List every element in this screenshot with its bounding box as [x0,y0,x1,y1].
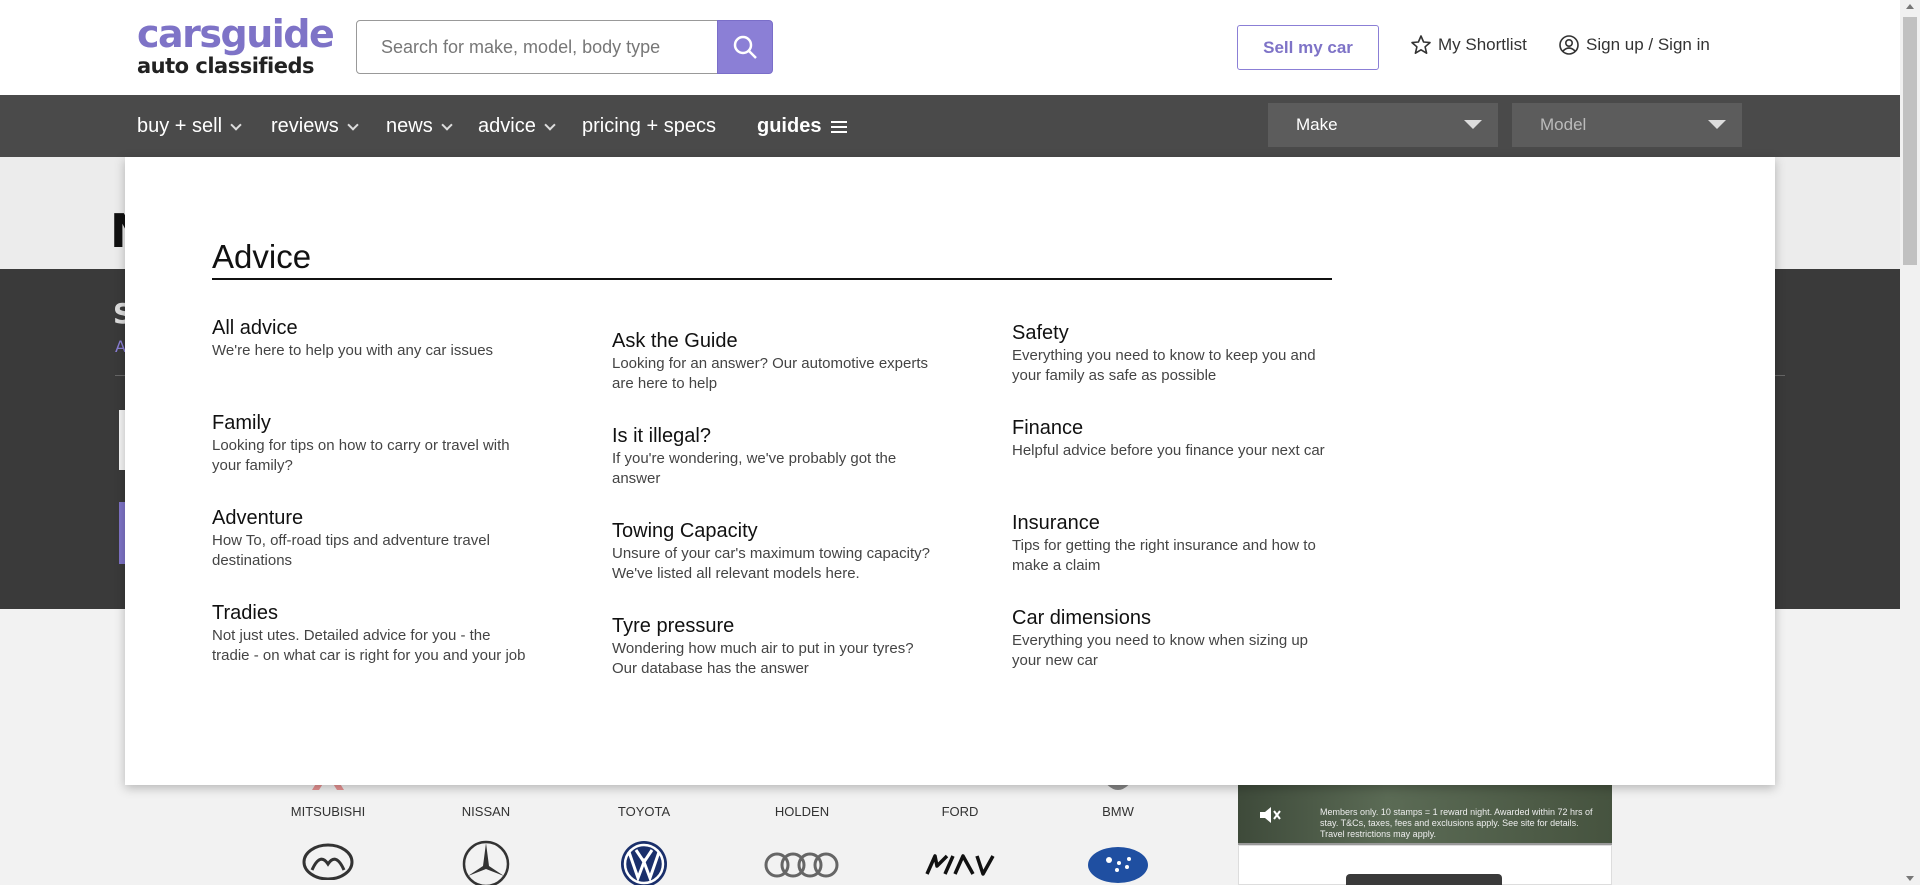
nav-label: reviews [271,115,339,137]
menu-item-title: Is it illegal? [612,425,711,447]
site-search [356,20,773,74]
brand-label-toyota[interactable]: TOYOTA [584,804,704,819]
search-button[interactable] [717,20,773,74]
volkswagen-logo-icon[interactable] [584,840,704,885]
nav-label: guides [757,115,822,137]
subaru-logo-icon[interactable] [1058,846,1178,884]
main-nav: buy + sell reviews news advice pricing +… [0,95,1900,157]
menu-item-desc: Looking for an answer? Our automotive ex… [612,355,929,392]
menu-item-desc: Looking for tips on how to carry or trav… [212,437,510,474]
nav-label: pricing + specs [582,115,716,137]
dropdown-arrow-icon [1708,120,1726,129]
menu-item-desc: Tips for getting the right insurance and… [1012,537,1316,574]
dropdown-arrow-icon [1464,120,1482,129]
menu-item-title: Adventure [212,507,304,529]
kia-logo-icon[interactable] [900,854,1020,876]
scroll-up-arrow-icon[interactable] [1906,4,1914,9]
menu-item-title: All advice [212,317,298,339]
menu-item-desc: Unsure of your car's maximum towing capa… [612,545,930,582]
menu-item-desc: Not just utes. Detailed advice for you -… [212,627,526,664]
menu-item-towing-capacity[interactable]: Towing Capacity Unsure of your car's maxi… [612,519,932,584]
nav-advice[interactable]: advice [478,115,556,138]
nav-reviews[interactable]: reviews [271,115,359,138]
video-caption: Members only. 10 stamps = 1 reward night… [1320,807,1593,839]
menu-item-desc: If you're wondering, we've probably got … [612,450,897,487]
make-select[interactable]: Make [1268,103,1498,147]
search-icon [733,35,757,59]
chevron-down-icon [441,118,453,131]
menu-item-is-it-illegal[interactable]: Is it illegal? If you're wondering, we've… [612,424,932,489]
logo-wordmark: carsguide [137,12,335,56]
make-select-value: Make [1296,115,1338,134]
brand-label-ford[interactable]: FORD [900,804,1020,819]
model-select-value: Model [1540,115,1587,134]
search-input[interactable] [356,20,719,74]
chevron-down-icon [347,118,359,131]
nav-pricing-specs[interactable]: pricing + specs [582,115,716,138]
menu-item-title: Towing Capacity [612,520,758,542]
nav-news[interactable]: news [386,115,453,138]
chevron-down-icon [230,118,242,131]
video-ad[interactable]: Members only. 10 stamps = 1 reward night… [1238,783,1612,845]
muted-speaker-icon[interactable] [1258,805,1282,829]
sell-my-car-button[interactable]: Sell my car [1237,25,1379,70]
mercedes-logo-icon[interactable] [426,840,546,885]
menu-item-tradies[interactable]: Tradies Not just utes. Detailed advice fo… [212,601,532,666]
menu-item-title: Safety [1012,322,1069,344]
menu-item-finance[interactable]: Finance Helpful advice before you finance… [1012,416,1332,461]
menu-item-adventure[interactable]: Adventure How To, off-road tips and adven… [212,506,532,571]
menu-item-desc: Everything you need to know when sizing … [1012,632,1309,669]
menu-item-title: Car dimensions [1012,607,1151,629]
advice-mega-menu: Advice All advice We're here to help you … [125,157,1775,785]
sign-in-link[interactable]: Sign up / Sign in [1558,34,1710,56]
sign-in-label: Sign up / Sign in [1586,35,1710,54]
menu-item-title: Insurance [1012,512,1100,534]
nav-buy-sell[interactable]: buy + sell [137,115,242,138]
logo-subtitle: auto classifieds [137,54,315,78]
menu-item-ask-the-guide[interactable]: Ask the Guide Looking for an answer? Our … [612,329,932,394]
my-shortlist-link[interactable]: My Shortlist [1410,34,1527,56]
menu-item-all-advice[interactable]: All advice We're here to help you with an… [212,316,532,361]
user-circle-icon [1559,35,1579,55]
brand-label-holden[interactable]: HOLDEN [742,804,862,819]
brand-label-nissan[interactable]: NISSAN [426,804,546,819]
scroll-down-arrow-icon[interactable] [1906,876,1914,881]
model-select[interactable]: Model [1512,103,1742,147]
menu-item-desc: We're here to help you with any car issu… [212,342,494,359]
chevron-down-icon [544,118,556,131]
nav-label: news [386,115,433,137]
nav-guides[interactable]: guides [757,115,848,138]
menu-item-safety[interactable]: Safety Everything you need to know to kee… [1012,321,1332,386]
menu-item-title: Ask the Guide [612,330,738,352]
menu-item-title: Tyre pressure [612,615,735,637]
menu-item-desc: Wondering how much air to put in your ty… [612,640,914,677]
menu-item-title: Finance [1012,417,1084,439]
nav-label: advice [478,115,536,137]
carsguide-logo[interactable]: carsguide auto classifieds [137,12,335,78]
menu-item-car-dimensions[interactable]: Car dimensions Everything you need to kno… [1012,606,1332,671]
site-header: carsguide auto classifieds Sell my car M… [0,0,1900,95]
menu-item-title: Tradies [212,602,278,624]
star-icon [1411,35,1431,54]
menu-item-tyre-pressure[interactable]: Tyre pressure Wondering how much air to p… [612,614,932,679]
scrollbar-thumb[interactable] [1903,17,1917,265]
shortlist-label: My Shortlist [1438,35,1527,54]
menu-item-family[interactable]: Family Looking for tips on how to carry o… [212,411,532,476]
mazda-logo-icon[interactable] [268,840,388,880]
audi-logo-icon[interactable] [742,850,862,880]
ad-cta-button[interactable] [1346,874,1502,885]
menu-item-insurance[interactable]: Insurance Tips for getting the right insu… [1012,511,1332,576]
menu-item-desc: Everything you need to know to keep you … [1012,347,1316,384]
mega-menu-title: Advice [212,237,1332,280]
brand-label-bmw[interactable]: BMW [1058,804,1178,819]
brand-label-mitsubishi[interactable]: MITSUBISHI [268,804,388,819]
menu-item-desc: How To, off-road tips and adventure trav… [212,532,490,569]
menu-item-desc: Helpful advice before you finance your n… [1012,442,1325,459]
menu-item-title: Family [212,412,271,434]
hamburger-menu-icon [831,120,848,133]
nav-label: buy + sell [137,115,223,137]
